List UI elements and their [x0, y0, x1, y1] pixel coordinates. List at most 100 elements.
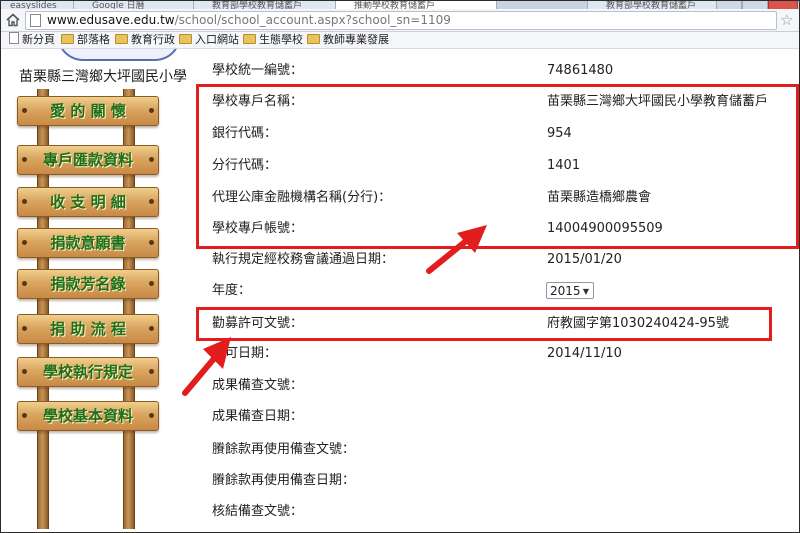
bookmark-teacher-dev[interactable]: 教師專業發展	[307, 32, 389, 48]
nail-icon	[22, 199, 27, 204]
menu-label: 捐 助 流 程	[50, 320, 126, 338]
bookmark-label: 生態學校	[259, 33, 303, 46]
nail-icon	[149, 413, 154, 418]
bookmark-portal[interactable]: 入口網站	[179, 32, 239, 48]
doc-icon	[9, 32, 19, 44]
menu-school-info[interactable]: 學校基本資料	[17, 401, 159, 431]
menu-label: 收 支 明 細	[50, 193, 126, 211]
bookmark-label: 教育行政	[131, 33, 175, 46]
field-row-approval-date: 執行規定經校務會議通過日期： 2015/01/20	[209, 250, 789, 270]
folder-icon	[179, 34, 192, 44]
red-arrow-icon	[426, 225, 487, 274]
nail-icon	[22, 281, 27, 286]
bookmark-star-icon[interactable]: ☆	[780, 12, 793, 28]
folder-icon	[61, 34, 74, 44]
maximize-button[interactable]	[742, 1, 768, 9]
field-label: 學校統一編號：	[212, 63, 304, 78]
minimize-button[interactable]	[716, 1, 742, 9]
url-input[interactable]: www.edusave.edu.tw/school/school_account…	[25, 11, 777, 30]
tab-label: 教育部學校教育儲蓄戶	[212, 1, 303, 9]
field-row-closing-doc-no: 核結備查文號：	[209, 502, 789, 522]
menu-donation-process[interactable]: 捐 助 流 程	[17, 314, 159, 344]
tab-label: easyslides	[10, 1, 57, 9]
address-bar: www.edusave.edu.tw/school/school_account…	[1, 9, 799, 32]
menu-label: 專戶匯款資料	[42, 151, 133, 169]
highlight-box-permit	[196, 307, 772, 341]
folder-icon	[307, 34, 320, 44]
bookmark-label: 新分頁	[22, 33, 55, 46]
field-row-result-date: 成果備查日期：	[209, 407, 789, 427]
bookmark-label: 教師專業發展	[323, 33, 389, 46]
field-label: 年度：	[212, 283, 252, 298]
field-label: 賸餘款再使用備查日期：	[212, 473, 356, 488]
nail-icon	[149, 199, 154, 204]
menu-label: 捐款意願書	[50, 234, 126, 252]
browser-tab[interactable]: 教育部學校教育儲蓄戶	[587, 1, 725, 9]
menu-label: 學校基本資料	[42, 407, 133, 425]
folder-icon	[243, 34, 256, 44]
nail-icon	[149, 240, 154, 245]
nail-icon	[22, 240, 27, 245]
field-row-tax-id: 學校統一編號： 74861480	[209, 61, 789, 81]
nail-icon	[149, 326, 154, 331]
folder-icon	[115, 34, 128, 44]
menu-love-care[interactable]: 愛 的 關 懷	[17, 96, 159, 126]
sidebar-menu: 愛 的 關 懷 專戶匯款資料 收 支 明 細 捐款意願書 捐款芳名錄 捐 助 流…	[1, 89, 176, 529]
menu-donation-form[interactable]: 捐款意願書	[17, 228, 159, 258]
nail-icon	[22, 157, 27, 162]
browser-tab-strip: easyslides Google 日曆 教育部學校教育儲蓄戶 推動學校教育儲蓄…	[1, 1, 799, 9]
bookmark-blog[interactable]: 部落格	[61, 32, 110, 48]
page-content: 苗栗縣三灣鄉大坪國民小學 愛 的 關 懷 專戶匯款資料 收 支 明 細 捐款意願…	[1, 49, 799, 532]
nail-icon	[149, 108, 154, 113]
nail-icon	[22, 369, 27, 374]
nail-icon	[22, 108, 27, 113]
page-icon	[30, 14, 41, 27]
dropdown-caret-icon: ▼	[582, 287, 589, 296]
red-arrow-icon	[182, 337, 231, 396]
tab-label: Google 日曆	[92, 1, 145, 9]
field-value: 74861480	[547, 63, 614, 78]
close-window-button[interactable]	[768, 1, 798, 9]
menu-label: 愛 的 關 懷	[50, 102, 126, 120]
field-label: 執行規定經校務會議通過日期：	[212, 252, 395, 267]
field-label: 核結備查文號：	[212, 504, 304, 519]
school-emblem-icon	[57, 49, 181, 61]
browser-tab-active[interactable]: 推動學校教育儲蓄戶	[335, 1, 497, 9]
field-row-surplus-doc-no: 賸餘款再使用備查文號：	[209, 440, 789, 460]
field-row-surplus-date: 賸餘款再使用備查日期：	[209, 471, 789, 491]
home-icon[interactable]	[5, 12, 21, 28]
field-row-permit-date: 許可日期： 2014/11/10	[209, 344, 789, 364]
menu-label: 捐款芳名錄	[50, 275, 126, 293]
menu-donor-list[interactable]: 捐款芳名錄	[17, 269, 159, 299]
screenshot-frame: easyslides Google 日曆 教育部學校教育儲蓄戶 推動學校教育儲蓄…	[0, 0, 800, 533]
url-host: www.edusave.edu.tw	[47, 13, 175, 27]
year-select-value: 2015	[550, 284, 581, 298]
field-row-year: 年度： 2015 ▼	[209, 281, 789, 301]
bookmark-edu-admin[interactable]: 教育行政	[115, 32, 175, 48]
year-select[interactable]: 2015 ▼	[546, 282, 594, 299]
nail-icon	[22, 326, 27, 331]
school-name: 苗栗縣三灣鄉大坪國民小學	[19, 69, 187, 85]
field-label: 成果備查日期：	[212, 409, 304, 424]
menu-remittance-info[interactable]: 專戶匯款資料	[17, 145, 159, 175]
field-value: 2014/11/10	[547, 346, 622, 361]
bookmark-new-tab[interactable]: 新分頁	[9, 32, 55, 48]
field-value: 2015/01/20	[547, 252, 622, 267]
browser-tab[interactable]: Google 日曆	[73, 1, 211, 9]
bookmarks-bar: 新分頁 部落格 教育行政 入口網站 生態學校 教師專業發展	[1, 32, 799, 49]
nail-icon	[149, 157, 154, 162]
tab-label: 教育部學校教育儲蓄戶	[606, 1, 697, 9]
nail-icon	[149, 369, 154, 374]
browser-tab[interactable]: 教育部學校教育儲蓄戶	[193, 1, 353, 9]
menu-statement[interactable]: 收 支 明 細	[17, 187, 159, 217]
menu-school-rules[interactable]: 學校執行規定	[17, 357, 159, 387]
nail-icon	[149, 281, 154, 286]
url-path: /school/school_account.aspx?school_sn=11…	[174, 13, 451, 27]
field-label: 賸餘款再使用備查文號：	[212, 442, 356, 457]
menu-label: 學校執行規定	[42, 363, 133, 381]
highlight-box-account-info	[196, 84, 799, 249]
bookmark-label: 部落格	[77, 33, 110, 46]
bookmark-eco-school[interactable]: 生態學校	[243, 32, 303, 48]
field-row-result-doc-no: 成果備查文號：	[209, 376, 789, 396]
nail-icon	[22, 413, 27, 418]
